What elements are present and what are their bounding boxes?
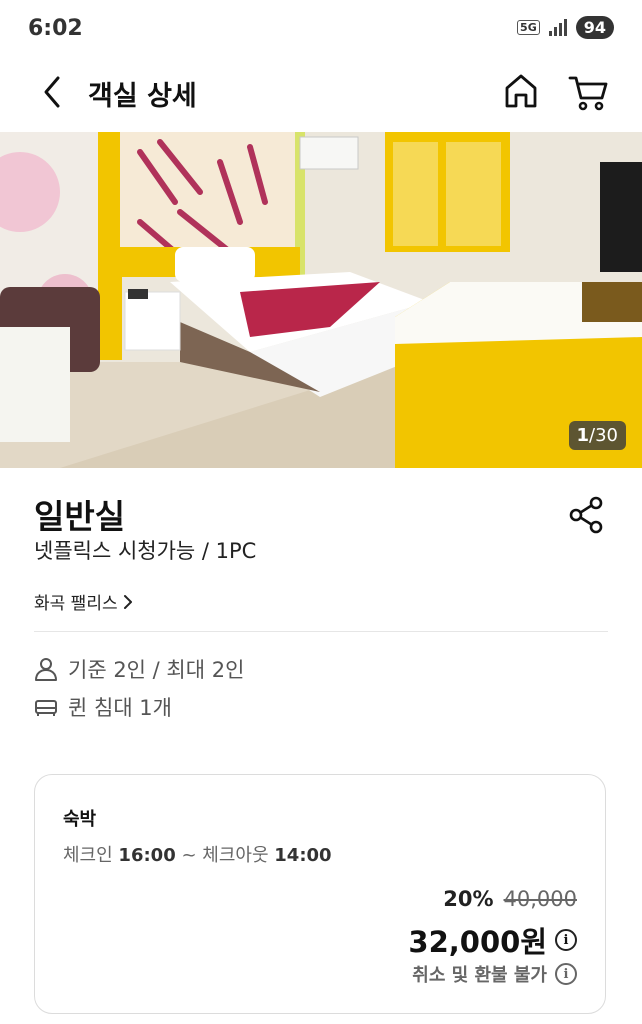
- refund-policy-text: 취소 및 환불 불가: [412, 965, 547, 986]
- hotel-name: 화곡 팰리스: [34, 594, 118, 614]
- person-icon: [35, 658, 57, 681]
- final-price: 32,000원: [408, 925, 547, 959]
- status-time: 6:02: [28, 16, 83, 41]
- hotel-link[interactable]: 화곡 팰리스: [34, 589, 134, 614]
- refund-policy-row: 취소 및 환불 불가 i: [412, 961, 577, 987]
- price-info-icon[interactable]: i: [555, 929, 577, 951]
- signal-icon: [548, 18, 567, 36]
- home-icon: [505, 74, 537, 108]
- checkin-time: 16:00: [118, 845, 176, 866]
- cart-button[interactable]: [566, 70, 610, 114]
- cart-icon: [568, 76, 608, 111]
- bed-icon: [35, 700, 57, 716]
- status-icons: 5G 94: [517, 16, 614, 39]
- photo-counter-total: /30: [589, 425, 618, 446]
- occupancy-row: 기준 2인 / 최대 2인: [34, 654, 244, 684]
- booking-card[interactable]: 숙박 체크인 16:00 ~ 체크아웃 14:00 20% 40,000 32,…: [34, 774, 606, 1014]
- bed-text: 퀸 침대 1개: [68, 696, 172, 720]
- checkin-checkout-times: 체크인 16:00 ~ 체크아웃 14:00: [63, 841, 332, 867]
- home-button[interactable]: [500, 70, 542, 112]
- battery-indicator: 94: [575, 16, 614, 39]
- app-header: 객실 상세: [0, 56, 642, 130]
- discount-row: 20% 40,000: [443, 887, 577, 911]
- price-row: 32,000원 i: [408, 919, 577, 961]
- chevron-right-icon: [123, 594, 132, 609]
- network-indicator: 5G: [517, 20, 540, 35]
- section-divider: [34, 631, 608, 632]
- room-name: 일반실: [34, 497, 126, 536]
- share-button[interactable]: [566, 494, 608, 536]
- back-button[interactable]: [34, 72, 74, 112]
- photo-counter: 1/30: [568, 421, 626, 450]
- checkout-label: 체크아웃: [202, 845, 269, 866]
- room-photo-illustration: [0, 132, 642, 468]
- room-subtitle: 넷플릭스 시청가능 / 1PC: [34, 539, 257, 563]
- photo-counter-current: 1: [576, 425, 590, 446]
- room-photo[interactable]: [0, 132, 642, 468]
- original-price: 40,000: [503, 887, 577, 911]
- time-separator: ~: [181, 845, 197, 866]
- checkout-time: 14:00: [274, 845, 332, 866]
- occupancy-text: 기준 2인 / 최대 2인: [68, 658, 245, 682]
- page-title: 객실 상세: [88, 81, 197, 112]
- bed-row: 퀸 침대 1개: [34, 692, 172, 722]
- share-icon: [569, 496, 603, 534]
- stay-type-label: 숙박: [63, 809, 97, 830]
- refund-info-icon[interactable]: i: [555, 963, 577, 985]
- chevron-left-icon: [44, 76, 60, 108]
- checkin-label: 체크인: [63, 845, 113, 866]
- discount-rate: 20%: [443, 887, 494, 911]
